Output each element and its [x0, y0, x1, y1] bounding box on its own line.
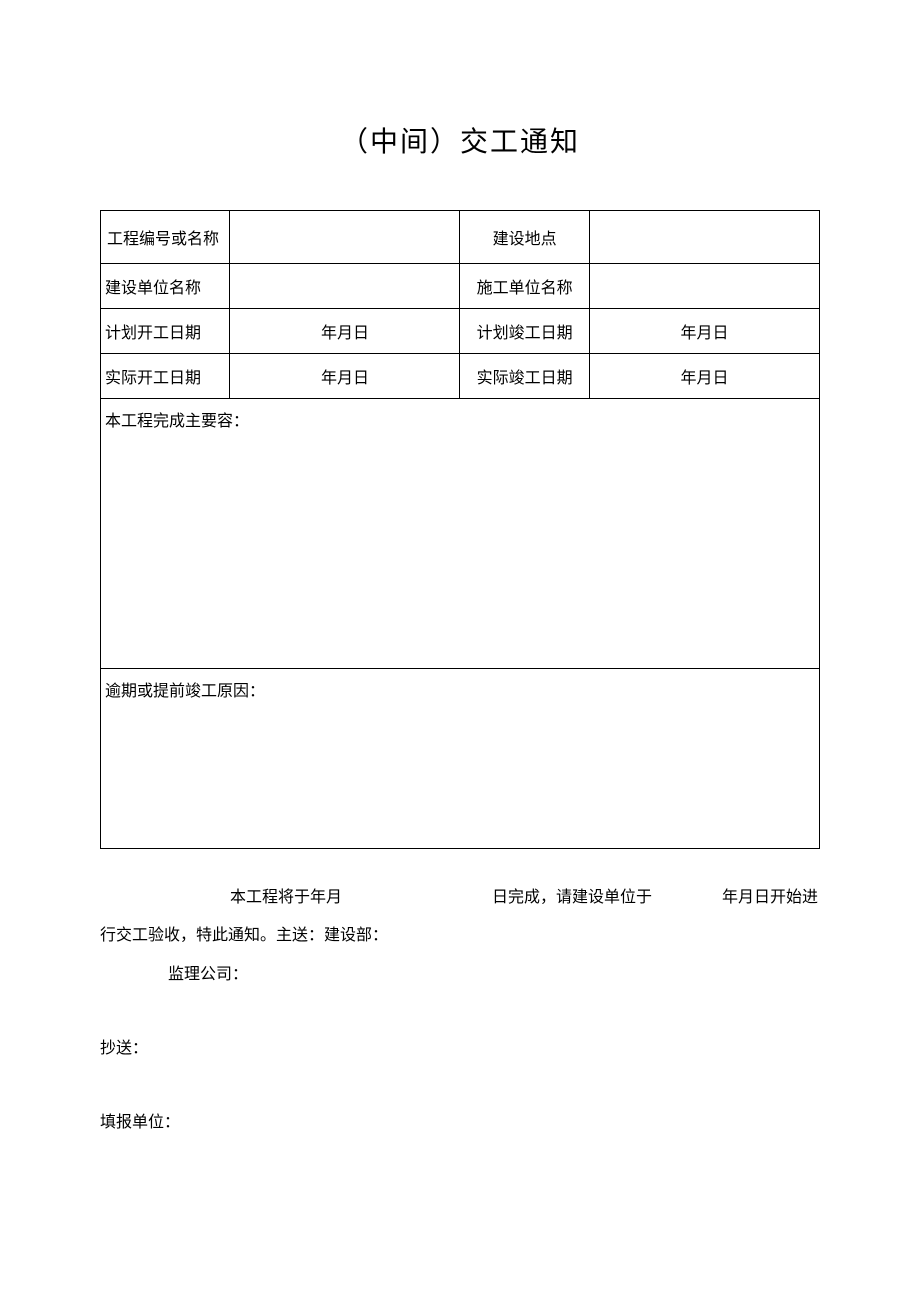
table-row: 本工程完成主要容：: [101, 399, 820, 669]
project-number-label: 工程编号或名称: [101, 211, 230, 264]
footer-part1: 本工程将于年月: [100, 889, 342, 906]
project-content-cell: 本工程完成主要容：: [101, 399, 820, 669]
document-title: （中间）交工通知: [100, 120, 820, 160]
footer-line3: 监理公司：: [100, 956, 248, 994]
delay-reason-label: 逾期或提前竣工原因：: [105, 683, 265, 700]
project-number-value: [230, 211, 460, 264]
actual-end-date-value: 年月日: [589, 354, 819, 399]
construction-location-label: 建设地点: [460, 211, 589, 264]
cc-label: 抄送：: [100, 1034, 820, 1058]
table-row: 逾期或提前竣工原因：: [101, 669, 820, 849]
construction-location-value: [589, 211, 819, 264]
actual-start-date-label: 实际开工日期: [101, 354, 230, 399]
planned-end-date-value: 年月日: [589, 309, 819, 354]
planned-end-date-label: 计划竣工日期: [460, 309, 589, 354]
report-unit-label: 填报单位：: [100, 1108, 820, 1132]
builder-unit-value: [589, 264, 819, 309]
project-content-label: 本工程完成主要容：: [105, 413, 249, 430]
footer-part3: 年月日开始进: [722, 889, 818, 906]
construction-unit-value: [230, 264, 460, 309]
table-row: 建设单位名称 施工单位名称: [101, 264, 820, 309]
table-row: 计划开工日期 年月日 计划竣工日期 年月日: [101, 309, 820, 354]
actual-end-date-label: 实际竣工日期: [460, 354, 589, 399]
planned-start-date-label: 计划开工日期: [101, 309, 230, 354]
delay-reason-cell: 逾期或提前竣工原因：: [101, 669, 820, 849]
footer-paragraph: 本工程将于年月 日完成，请建设单位于 年月日开始进 行交工验收，特此通知。主送：建设…: [100, 879, 820, 994]
form-table: 工程编号或名称 建设地点 建设单位名称 施工单位名称 计划开工日期 年月日 计划…: [100, 210, 820, 849]
construction-unit-label: 建设单位名称: [101, 264, 230, 309]
planned-start-date-value: 年月日: [230, 309, 460, 354]
footer-line2: 行交工验收，特此通知。主送：建设部：: [100, 927, 388, 944]
table-row: 工程编号或名称 建设地点: [101, 211, 820, 264]
footer-part2: 日完成，请建设单位于: [492, 889, 652, 906]
table-row: 实际开工日期 年月日 实际竣工日期 年月日: [101, 354, 820, 399]
builder-unit-label: 施工单位名称: [460, 264, 589, 309]
actual-start-date-value: 年月日: [230, 354, 460, 399]
